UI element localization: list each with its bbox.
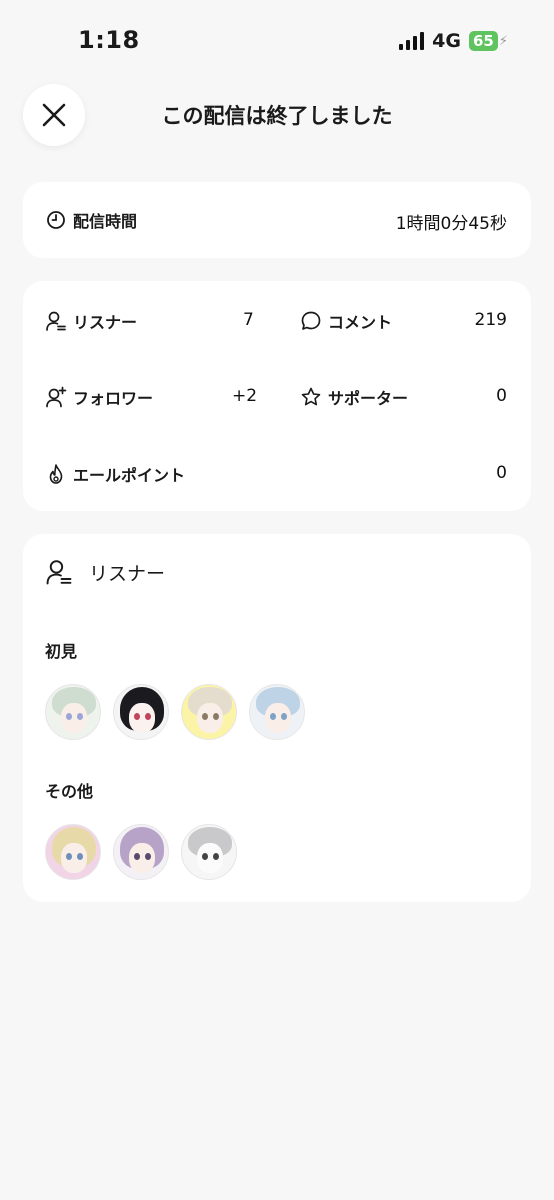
- network-type: 4G: [432, 30, 461, 52]
- avatar[interactable]: [181, 824, 237, 880]
- supporters-stat: サポーター: [300, 385, 408, 409]
- listeners-card: リスナー 初見 その他: [23, 534, 531, 902]
- followers-value: +2: [232, 386, 258, 406]
- comments-stat: コメント: [300, 309, 392, 333]
- status-bar: 1:18 4G 65 ⚡: [0, 0, 554, 80]
- duration-label: 配信時間: [73, 212, 138, 231]
- comments-label: コメント: [328, 313, 393, 332]
- flame-icon: [45, 463, 67, 485]
- battery-icon: 65 ⚡: [468, 31, 508, 51]
- avatar[interactable]: [45, 824, 101, 880]
- page-title: この配信は終了しました: [161, 104, 393, 128]
- follower-add-icon: [45, 386, 67, 408]
- duration-value: 1時間0分45秒: [395, 214, 507, 234]
- listener-icon: [45, 310, 67, 332]
- avatar[interactable]: [45, 684, 101, 740]
- supporters-label: サポーター: [328, 389, 409, 408]
- signal-icon: [399, 32, 425, 50]
- duration-card: 配信時間 1時間0分45秒: [23, 182, 531, 258]
- followers-label: フォロワー: [73, 389, 154, 408]
- star-icon: [300, 386, 322, 408]
- close-button[interactable]: [23, 84, 85, 146]
- clock-icon: [45, 209, 67, 231]
- duration-row: 配信時間: [45, 208, 137, 232]
- first-time-group-label: 初見: [45, 642, 78, 661]
- other-group-label: その他: [45, 782, 94, 801]
- listeners-value: 7: [243, 310, 254, 330]
- listeners-label: リスナー: [73, 313, 138, 332]
- followers-stat: フォロワー: [45, 385, 153, 409]
- avatar[interactable]: [113, 824, 169, 880]
- first-time-avatars: [45, 684, 305, 740]
- avatar[interactable]: [249, 684, 305, 740]
- status-indicators: 4G 65 ⚡: [399, 30, 508, 52]
- status-time: 1:18: [78, 26, 140, 54]
- listeners-stat: リスナー: [45, 309, 137, 333]
- listener-icon: [45, 558, 73, 586]
- listeners-section-title: リスナー: [89, 562, 166, 585]
- avatar[interactable]: [113, 684, 169, 740]
- other-avatars: [45, 824, 237, 880]
- avatar[interactable]: [181, 684, 237, 740]
- yell-points-stat: エールポイント: [45, 462, 185, 486]
- close-icon: [42, 103, 66, 127]
- listeners-section-header: リスナー: [45, 558, 165, 586]
- yell-points-value: 0: [496, 463, 507, 483]
- supporters-value: 0: [496, 386, 507, 406]
- stats-card: リスナー 7 コメント 219 フォロワー +2 サポーター 0 エールポイント…: [23, 281, 531, 511]
- battery-level: 65: [468, 31, 498, 51]
- comment-bubble-icon: [300, 310, 322, 332]
- yell-points-label: エールポイント: [73, 466, 186, 485]
- charging-icon: ⚡: [498, 33, 508, 49]
- comments-value: 219: [474, 310, 507, 330]
